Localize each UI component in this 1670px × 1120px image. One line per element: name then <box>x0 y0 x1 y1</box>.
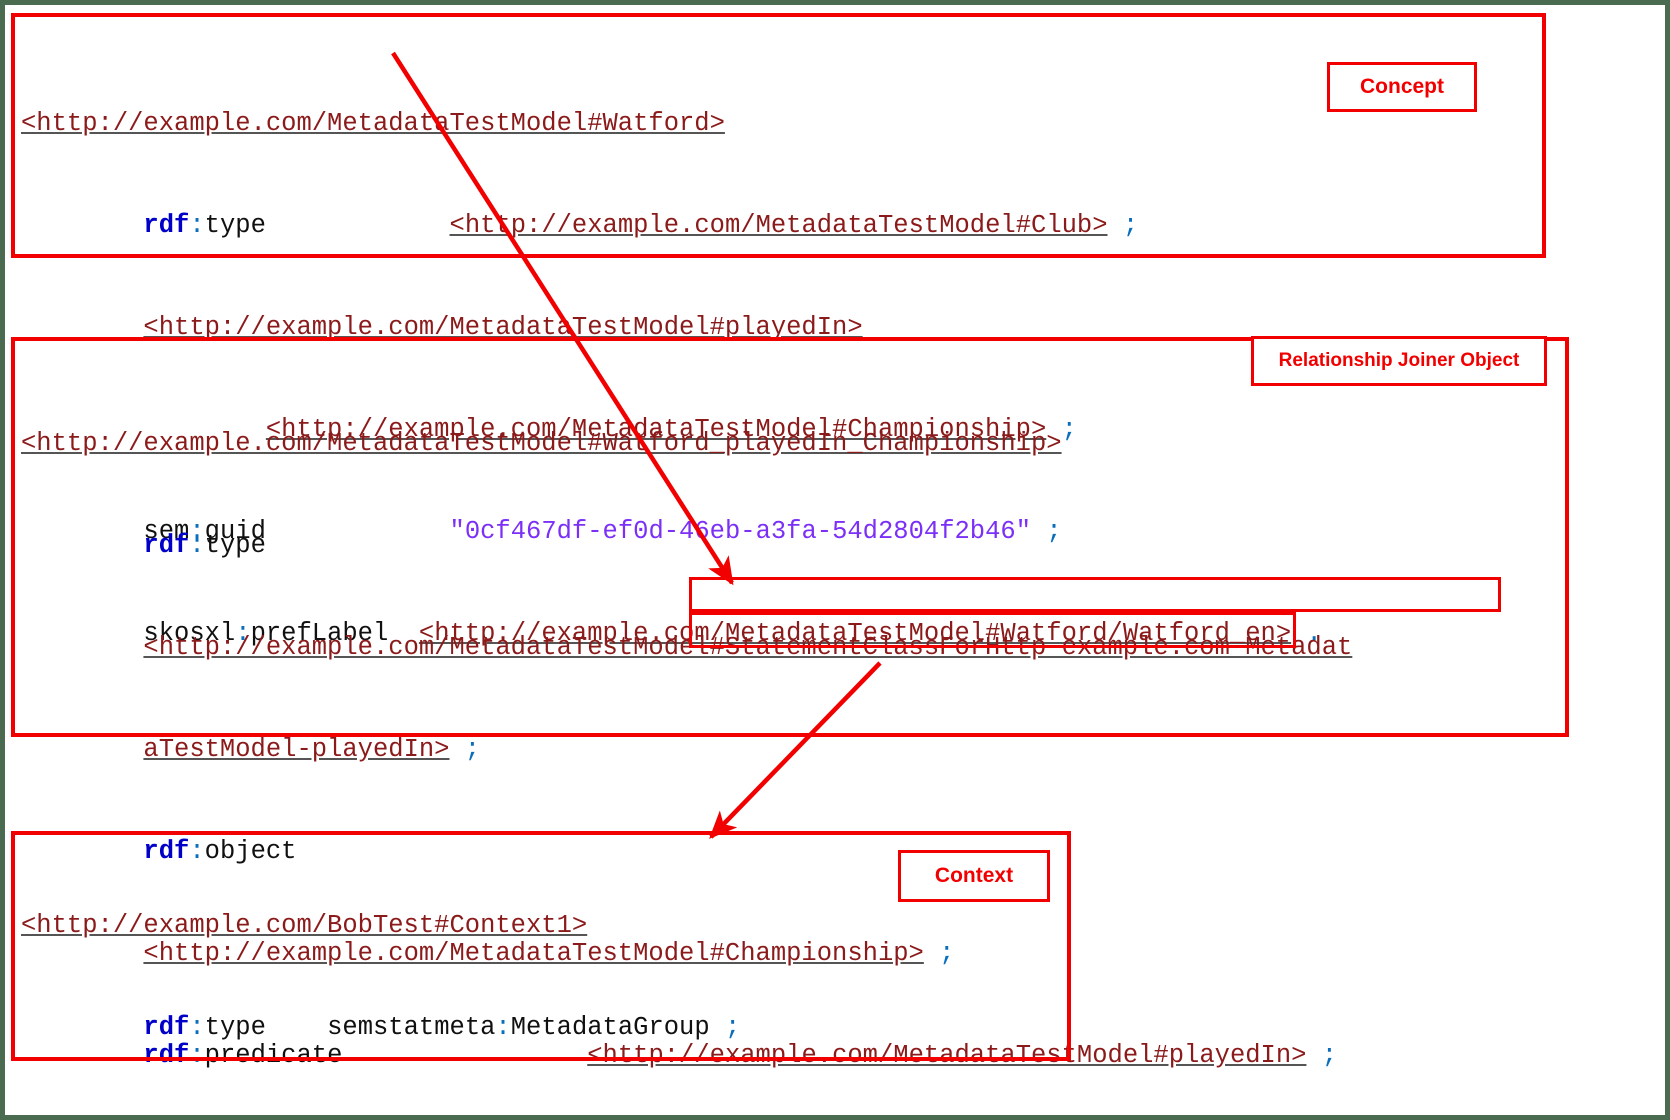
subject-uri: <http://example.com/BobTest#Context1> <box>21 911 588 940</box>
figure-canvas: <http://example.com/MetadataTestModel#Wa… <box>0 0 1670 1120</box>
relationship-joiner-object-block: <http://example.com/MetadataTestModel#Wa… <box>11 337 1569 1070</box>
callout-context-label: Context <box>934 864 1014 887</box>
code-line: rdf:type semstatmeta:MetadataGroup ; <box>143 1013 741 1042</box>
callout-relationship-label: Relationship Joiner Object <box>1278 350 1520 371</box>
code-line: rdf:type <box>143 531 266 560</box>
callout-concept-label: Concept <box>1360 75 1444 98</box>
code-line: <http://example.com/BobTest#Context1> <box>21 909 1067 943</box>
code-line: <http://example.com/MetadataTestModel#Wa… <box>21 427 1565 461</box>
callout-concept: Concept <box>1327 62 1477 112</box>
code-line: aTestModel-playedIn> ; <box>143 735 481 764</box>
code-line: rdf:type <http://example.com/MetadataTes… <box>143 211 1139 240</box>
concept-block: <http://example.com/MetadataTestModel#Wa… <box>11 13 1546 648</box>
callout-relationship-joiner-object: Relationship Joiner Object <box>1251 336 1547 386</box>
subject-uri: <http://example.com/MetadataTestModel#Wa… <box>21 109 725 138</box>
code-line: <http://example.com/MetadataTestModel#St… <box>143 633 1353 662</box>
code-line: <http://example.com/MetadataTestModel#Wa… <box>21 107 1542 141</box>
callout-context: Context <box>898 850 1050 902</box>
subject-uri: <http://example.com/MetadataTestModel#Wa… <box>21 429 1062 458</box>
code-line: rdfs:label "2007-2015" ; <box>21 1113 1067 1115</box>
